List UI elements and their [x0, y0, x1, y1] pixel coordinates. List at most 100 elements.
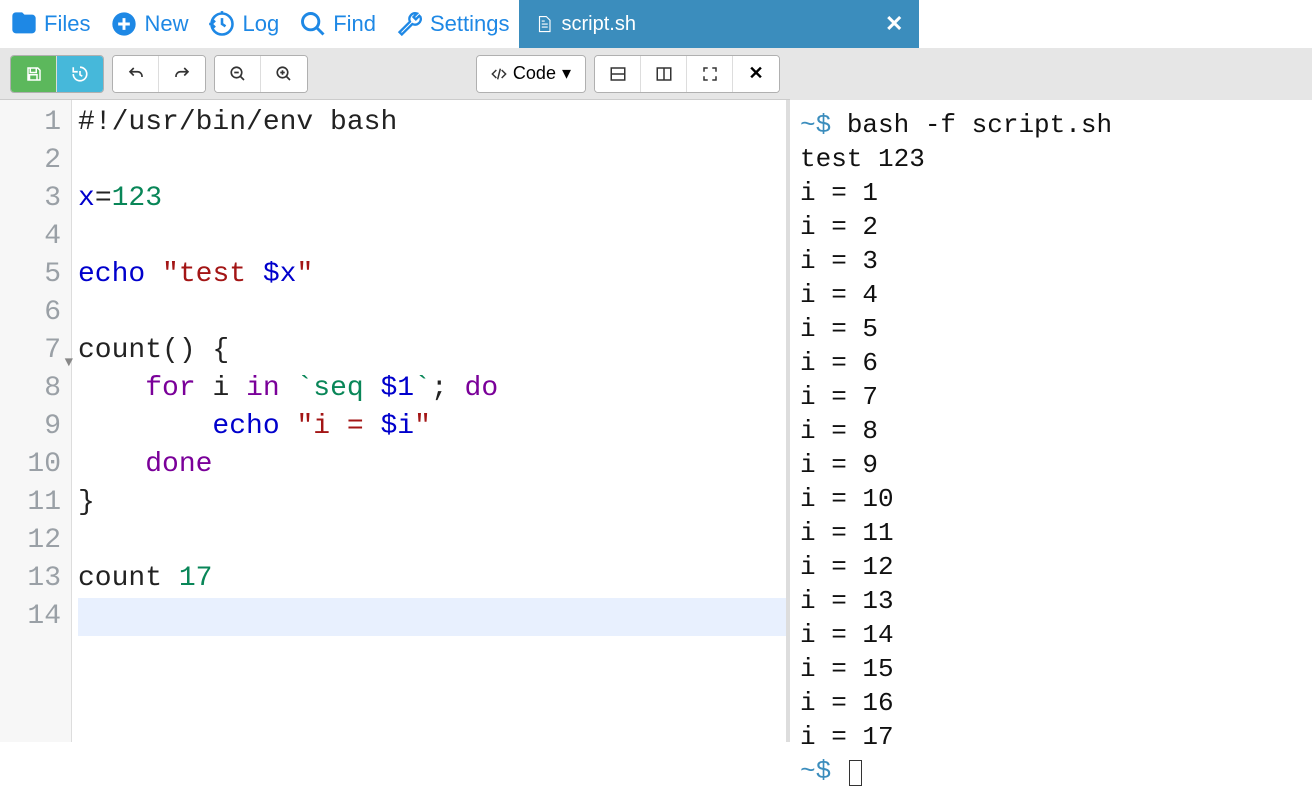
- code-line[interactable]: [78, 218, 786, 256]
- code-line[interactable]: x=123: [78, 180, 786, 218]
- undo-button[interactable]: [113, 56, 159, 92]
- line-number: 1: [0, 104, 71, 142]
- terminal-line: i = 10: [800, 482, 1302, 516]
- code-line[interactable]: [78, 522, 786, 560]
- nav-find[interactable]: Find: [289, 0, 386, 48]
- undo-history-icon: [71, 65, 89, 83]
- terminal-line: i = 11: [800, 516, 1302, 550]
- code-mode-label: Code: [513, 63, 556, 84]
- split-vertical-icon: [609, 65, 627, 83]
- close-panel-button[interactable]: ✕: [733, 56, 779, 92]
- revert-button[interactable]: [57, 56, 103, 92]
- terminal-line: i = 12: [800, 550, 1302, 584]
- code-line[interactable]: for i in `seq $1`; do: [78, 370, 786, 408]
- code-mode-dropdown[interactable]: Code ▾: [477, 56, 585, 92]
- editor-toolbar: Code ▾ ✕: [0, 48, 790, 100]
- code-line[interactable]: }: [78, 484, 786, 522]
- zoom-in-button[interactable]: [261, 56, 307, 92]
- nav-log[interactable]: Log: [198, 0, 289, 48]
- terminal-line: i = 9: [800, 448, 1302, 482]
- nav-files[interactable]: Files: [0, 0, 100, 48]
- terminal-line: i = 1: [800, 176, 1302, 210]
- nav-new-label: New: [144, 11, 188, 37]
- code-line[interactable]: #!/usr/bin/env bash: [78, 104, 786, 142]
- split-horizontal-icon: [655, 65, 673, 83]
- close-icon[interactable]: ✕: [885, 11, 903, 37]
- terminal-line: i = 14: [800, 618, 1302, 652]
- nav-settings-label: Settings: [430, 11, 510, 37]
- zoom-out-button[interactable]: [215, 56, 261, 92]
- redo-icon: [173, 65, 191, 83]
- code-icon: [491, 66, 507, 82]
- terminal-line: i = 13: [800, 584, 1302, 618]
- terminal-pane[interactable]: ~$ bash -f script.shtest 123i = 1i = 2i …: [790, 100, 1312, 742]
- code-line[interactable]: done: [78, 446, 786, 484]
- nav-log-label: Log: [242, 11, 279, 37]
- terminal-line: i = 15: [800, 652, 1302, 686]
- line-number: 3: [0, 180, 71, 218]
- code-line[interactable]: [78, 294, 786, 332]
- nav-files-label: Files: [44, 11, 90, 37]
- plus-circle-icon: [110, 10, 138, 38]
- line-number: 5: [0, 256, 71, 294]
- line-number: 12: [0, 522, 71, 560]
- file-icon: [535, 15, 553, 33]
- code-line[interactable]: [78, 598, 786, 636]
- code-editor[interactable]: #!/usr/bin/env bash x=123 echo "test $x"…: [72, 100, 786, 742]
- top-navigation: Files New Log Find Settings script.sh ✕: [0, 0, 1312, 48]
- code-line[interactable]: count() {: [78, 332, 786, 370]
- line-number: 13: [0, 560, 71, 598]
- line-number: 2: [0, 142, 71, 180]
- line-number: 4: [0, 218, 71, 256]
- line-number: 7▼: [0, 332, 71, 370]
- x-icon: ✕: [748, 63, 763, 84]
- fullscreen-button[interactable]: [687, 56, 733, 92]
- line-number: 8: [0, 370, 71, 408]
- terminal-line: i = 4: [800, 278, 1302, 312]
- terminal-line: i = 16: [800, 686, 1302, 720]
- prompt: ~$: [800, 756, 831, 786]
- save-button[interactable]: [11, 56, 57, 92]
- nav-find-label: Find: [333, 11, 376, 37]
- terminal-line: ~$ bash -f script.sh: [800, 108, 1302, 142]
- terminal-line: i = 7: [800, 380, 1302, 414]
- file-tab[interactable]: script.sh ✕: [519, 0, 919, 48]
- line-gutter: 1234567▼891011121314: [0, 100, 72, 742]
- zoom-in-icon: [275, 65, 293, 83]
- terminal-line: i = 6: [800, 346, 1302, 380]
- terminal-line: i = 5: [800, 312, 1302, 346]
- terminal-line: i = 17: [800, 720, 1302, 754]
- main-split: 1234567▼891011121314 #!/usr/bin/env bash…: [0, 100, 1312, 742]
- nav-new[interactable]: New: [100, 0, 198, 48]
- save-icon: [25, 65, 43, 83]
- redo-button[interactable]: [159, 56, 205, 92]
- fullscreen-icon: [701, 65, 719, 83]
- terminal-line: i = 3: [800, 244, 1302, 278]
- undo-icon: [127, 65, 145, 83]
- line-number: 10: [0, 446, 71, 484]
- terminal-line: i = 2: [800, 210, 1302, 244]
- code-line[interactable]: echo "i = $i": [78, 408, 786, 446]
- split-vertical-button[interactable]: [595, 56, 641, 92]
- terminal-line: test 123: [800, 142, 1302, 176]
- terminal-prompt-line[interactable]: ~$: [800, 754, 1302, 788]
- folder-icon: [10, 10, 38, 38]
- line-number: 14: [0, 598, 71, 636]
- prompt: ~$: [800, 110, 831, 140]
- tab-filename: script.sh: [561, 13, 635, 36]
- split-horizontal-button[interactable]: [641, 56, 687, 92]
- nav-settings[interactable]: Settings: [386, 0, 520, 48]
- terminal-toolbar-area: [790, 48, 1312, 100]
- history-icon: [208, 10, 236, 38]
- code-line[interactable]: [78, 142, 786, 180]
- search-icon: [299, 10, 327, 38]
- line-number: 9: [0, 408, 71, 446]
- wrench-icon: [396, 10, 424, 38]
- chevron-down-icon: ▾: [562, 63, 571, 84]
- code-line[interactable]: echo "test $x": [78, 256, 786, 294]
- code-line[interactable]: count 17: [78, 560, 786, 598]
- terminal-line: i = 8: [800, 414, 1302, 448]
- cursor: [849, 760, 862, 786]
- line-number: 6: [0, 294, 71, 332]
- zoom-out-icon: [229, 65, 247, 83]
